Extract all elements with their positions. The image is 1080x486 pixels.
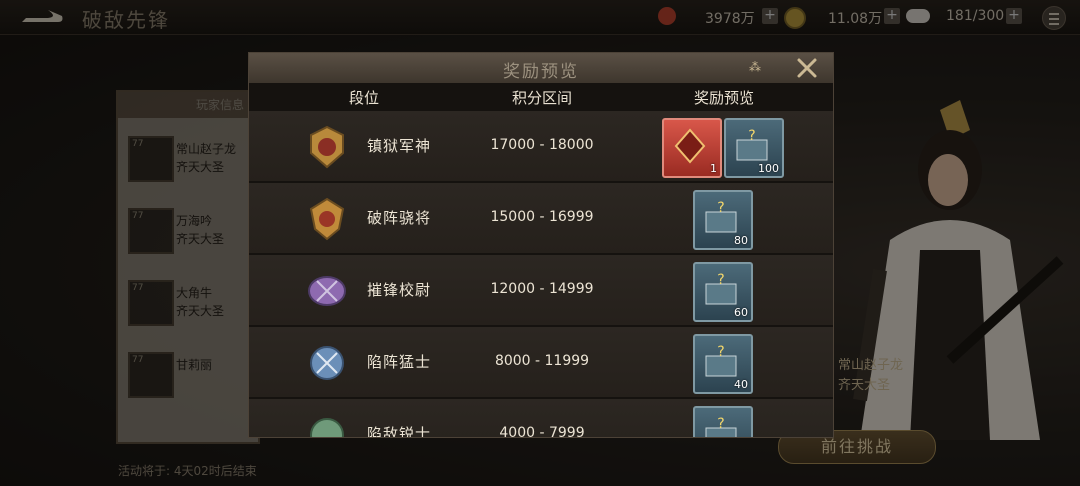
rank-badge-icon [310,125,344,169]
reward-chest-item[interactable]: ? 80 [693,190,753,250]
chest-icon: ? [705,344,737,377]
reward-quantity: 60 [734,306,748,319]
modal-title: 奖励预览 [503,62,579,82]
reward-token-item[interactable]: 1 [662,118,722,178]
reward-quantity: 80 [734,234,748,247]
modal-header: 奖励预览 ⁂ [249,53,833,84]
score-range: 4000 - 7999 [499,425,585,438]
table-row: 陷阵猛士 8000 - 11999 ? 40 [249,327,833,399]
rank-name: 镇狱军神 [367,137,432,155]
reward-chest-item[interactable]: ? 100 [724,118,784,178]
column-reward: 奖励预览 [693,89,754,107]
table-row: 镇狱军神 17000 - 18000 1 ? 100 [249,111,833,183]
column-score: 积分区间 [511,89,572,107]
rank-name: 陷敌锐士 [367,425,432,438]
close-icon[interactable] [795,56,819,80]
rank-badge-icon [310,346,344,380]
reward-quantity: 100 [758,162,779,175]
table-row: 摧锋校尉 12000 - 14999 ? 60 [249,255,833,327]
score-range: 12000 - 14999 [490,281,594,297]
decoration-icon: ⁂ [749,60,761,74]
reward-chest-item[interactable]: ? 40 [693,334,753,394]
score-range: 15000 - 16999 [490,209,594,225]
rank-name: 陷阵猛士 [367,353,432,371]
svg-text:?: ? [717,344,724,360]
rank-badge-icon [308,276,346,306]
reward-chest-item[interactable]: ? [693,406,753,437]
score-range: 17000 - 18000 [490,137,594,153]
reward-quantity: 1 [710,162,717,175]
chest-icon: ? [705,200,737,233]
table-row: 陷敌锐士 4000 - 7999 ? [249,399,833,438]
reward-quantity: 40 [734,378,748,391]
reward-preview-modal: 奖励预览 ⁂ 段位 积分区间 奖励预览 镇狱军神 17000 - 18000 1… [248,52,834,438]
token-icon [674,128,706,164]
score-range: 8000 - 11999 [494,353,590,369]
column-rank: 段位 [348,89,379,107]
rank-badge-icon [310,418,344,437]
svg-text:?: ? [717,272,724,288]
chest-icon: ? [705,272,737,305]
chest-icon: ? [736,128,768,161]
rank-name: 摧锋校尉 [367,281,432,299]
table-row: 破阵骁将 15000 - 16999 ? 80 [249,183,833,255]
rank-name: 破阵骁将 [367,209,432,227]
svg-text:?: ? [717,416,724,432]
reward-chest-item[interactable]: ? 60 [693,262,753,322]
svg-text:?: ? [717,200,724,216]
chest-icon: ? [705,416,737,437]
svg-text:?: ? [748,128,755,144]
rank-badge-icon [309,197,345,241]
